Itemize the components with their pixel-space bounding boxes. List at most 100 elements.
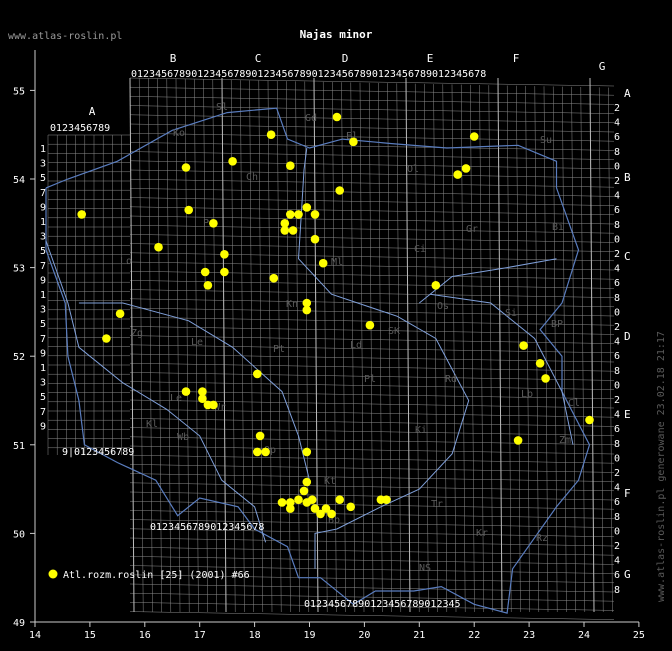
occurrence-dot <box>513 436 523 445</box>
x-tick-label: 25 <box>633 630 645 641</box>
region-label: BP <box>551 319 563 330</box>
right-grid-number: 2 <box>614 103 620 114</box>
occurrence-dot <box>269 273 279 283</box>
occurrence-dot <box>299 486 309 496</box>
grid-letter-top: F <box>513 52 520 65</box>
right-grid-number: 0 <box>614 307 620 318</box>
grid-h <box>129 105 615 114</box>
left-grid-number: 3 <box>40 305 46 316</box>
grid-v <box>295 81 300 613</box>
right-grid-number: 6 <box>614 278 620 289</box>
occurrence-dot <box>349 137 358 147</box>
grid-h <box>129 546 615 556</box>
region-label: Ci <box>414 244 426 255</box>
x-tick-label: 24 <box>578 630 590 641</box>
occurrence-dot <box>365 320 375 330</box>
grid-h <box>129 500 615 510</box>
occurrence-dot <box>184 205 193 215</box>
right-grid-number: 0 <box>614 526 620 537</box>
occurrence-dot <box>220 250 229 259</box>
grid-h <box>129 307 615 317</box>
grid-h <box>129 289 615 298</box>
grid-v <box>267 80 273 613</box>
occurrence-dot <box>115 309 125 319</box>
region-label: Sl <box>216 102 228 113</box>
grid-h <box>129 280 615 289</box>
grid-h <box>129 160 615 170</box>
right-grid-number: 8 <box>614 220 620 231</box>
occurrence-dot <box>228 157 237 166</box>
region-label: Kn <box>286 299 298 310</box>
occurrence-dot <box>286 504 295 513</box>
occurrence-dot <box>209 400 218 410</box>
region-label: Ch <box>246 172 258 183</box>
grid-h <box>129 114 615 124</box>
grid-major-v <box>589 77 595 613</box>
region-label: Si <box>505 308 517 319</box>
occurrence-dot <box>77 210 86 219</box>
x-tick-label: 21 <box>413 630 425 641</box>
occurrence-dot <box>541 374 550 383</box>
grid-h <box>129 234 615 243</box>
grid-v <box>387 83 392 613</box>
occurrence-dot <box>310 234 320 244</box>
left-grid-number: 7 <box>40 334 46 345</box>
right-grid-number: 4 <box>614 483 620 494</box>
right-grid-number: 8 <box>614 439 620 450</box>
left-grid-number: 9 <box>40 202 46 213</box>
grid-v <box>516 85 521 613</box>
region-label: Kr <box>476 528 488 539</box>
y-tick-label: 51 <box>13 441 25 452</box>
grid-v <box>442 84 448 613</box>
grid-letter-right: F <box>624 487 631 500</box>
occurrence-dot <box>302 203 312 212</box>
right-grid-number: 2 <box>614 249 620 260</box>
region-label: Ko <box>173 128 185 139</box>
right-grid-number: 8 <box>614 366 620 377</box>
region-label: Ld <box>350 340 362 351</box>
occurrence-dot <box>335 495 345 505</box>
site-label[interactable]: www.atlas-roslin.pl <box>8 31 122 42</box>
map-title: Najas minor <box>300 28 373 41</box>
region-label: Os <box>437 301 449 312</box>
grid-h <box>129 556 615 565</box>
grid-letter-top: D <box>342 52 349 65</box>
grid-h <box>129 96 615 105</box>
region-label: Wb <box>177 432 189 443</box>
grid-v <box>433 84 438 613</box>
grid-letter-top: E <box>427 52 434 65</box>
occurrence-dot <box>286 210 295 219</box>
occurrence-dot <box>535 359 545 368</box>
right-grid-number: 8 <box>614 147 620 158</box>
y-tick-label: 54 <box>13 175 25 186</box>
occurrence-dot <box>585 415 594 425</box>
left-grid-number: 3 <box>40 232 46 243</box>
right-grid-number: 8 <box>614 293 620 304</box>
region-label: Pt <box>273 344 285 355</box>
right-grid-number: 8 <box>614 512 620 523</box>
grid-h <box>129 583 615 593</box>
grid-v <box>580 87 586 613</box>
grid-h <box>129 298 615 308</box>
grid-h <box>129 86 615 96</box>
region-label: Kl <box>146 419 158 430</box>
grid-letter-right: E <box>624 408 631 421</box>
left-grid-number: 7 <box>40 261 46 272</box>
right-grid-number: 4 <box>614 556 620 567</box>
left-grid-number: 3 <box>40 378 46 389</box>
left-grid-number: 5 <box>40 319 46 330</box>
occurrence-dot <box>220 267 229 277</box>
grid-v <box>424 83 429 613</box>
region-label: Rd <box>445 374 457 385</box>
region-label: Le <box>191 337 203 348</box>
occurrence-dot <box>277 498 287 507</box>
grid-letter-right: G <box>624 568 631 581</box>
region-label: Le <box>170 393 182 404</box>
grid-letter-right: D <box>624 330 631 343</box>
right-grid-number: 6 <box>614 497 620 508</box>
legend-label: Atl.rozm.roslin [25] (2001) #66 <box>63 570 250 581</box>
right-grid-number: 4 <box>614 337 620 348</box>
grid-h <box>129 123 615 133</box>
grid-letter-top: C <box>255 52 262 65</box>
x-tick-label: 18 <box>249 630 261 641</box>
